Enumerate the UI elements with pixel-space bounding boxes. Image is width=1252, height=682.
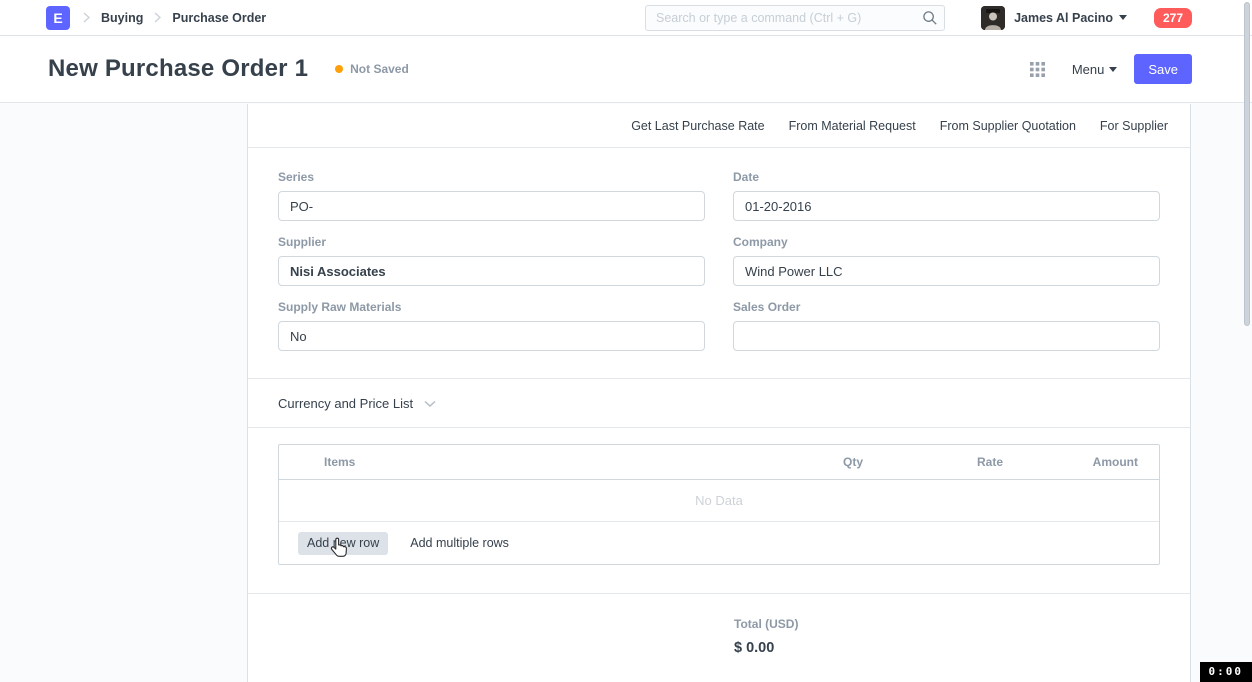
menu-label: Menu (1072, 62, 1105, 77)
items-section: Items Qty Rate Amount No Data Add new ro… (248, 428, 1190, 594)
total-label: Total (USD) (734, 617, 1160, 631)
app-logo[interactable]: E (46, 6, 70, 30)
column-header-amount: Amount (1003, 455, 1138, 469)
field-label: Supply Raw Materials (278, 300, 705, 314)
navbar: E Buying Purchase Order (0, 0, 1252, 36)
breadcrumb: Buying Purchase Order (83, 11, 266, 25)
menu-button[interactable]: Menu (1072, 62, 1118, 77)
page-body: Get Last Purchase Rate From Material Req… (0, 104, 1252, 682)
chevron-right-icon (154, 12, 161, 23)
company-input[interactable] (733, 256, 1160, 286)
chevron-down-icon (1119, 15, 1127, 20)
from-material-request-button[interactable]: From Material Request (789, 119, 916, 133)
for-supplier-button[interactable]: For Supplier (1100, 119, 1168, 133)
field-supplier: Supplier (278, 235, 705, 286)
field-supply-raw-materials: Supply Raw Materials (278, 300, 705, 351)
fields-section: Series Date Supplier Company (248, 148, 1190, 378)
section-title: Currency and Price List (278, 396, 413, 411)
add-multiple-rows-button[interactable]: Add multiple rows (410, 536, 509, 550)
currency-price-list-section-toggle[interactable]: Currency and Price List (248, 378, 1190, 428)
status-text: Not Saved (350, 62, 409, 76)
column-header-items: Items (279, 455, 723, 469)
chevron-down-icon (424, 400, 436, 408)
field-label: Series (278, 170, 705, 184)
sales-order-input[interactable] (733, 321, 1160, 351)
column-header-qty: Qty (723, 455, 863, 469)
field-series: Series (278, 170, 705, 221)
date-input[interactable] (733, 191, 1160, 221)
items-grid: Items Qty Rate Amount No Data Add new ro… (278, 444, 1160, 565)
search-input[interactable] (645, 5, 945, 31)
notification-badge[interactable]: 277 (1154, 8, 1192, 28)
total-value: $ 0.00 (734, 640, 1160, 656)
save-button[interactable]: Save (1134, 54, 1192, 84)
items-grid-footer: Add new row Add multiple rows (279, 522, 1159, 564)
items-grid-empty-row: No Data (279, 480, 1159, 522)
form-toolbar: Get Last Purchase Rate From Material Req… (248, 104, 1190, 148)
field-label: Company (733, 235, 1160, 249)
recording-timer: 0:00 (1200, 662, 1252, 682)
get-last-purchase-rate-button[interactable]: Get Last Purchase Rate (631, 119, 764, 133)
series-input[interactable] (278, 191, 705, 221)
items-grid-header: Items Qty Rate Amount (279, 445, 1159, 480)
breadcrumb-purchase-order[interactable]: Purchase Order (172, 11, 266, 25)
field-company: Company (733, 235, 1160, 286)
from-supplier-quotation-button[interactable]: From Supplier Quotation (940, 119, 1076, 133)
form-main-section: Get Last Purchase Rate From Material Req… (247, 104, 1191, 682)
field-date: Date (733, 170, 1160, 221)
page-head: New Purchase Order 1 Not Saved Menu Save (0, 36, 1252, 103)
global-search (645, 5, 945, 31)
page-actions: Menu Save (1030, 54, 1192, 84)
supply-raw-materials-input[interactable] (278, 321, 705, 351)
vertical-scrollbar[interactable] (1244, 2, 1250, 326)
search-icon (922, 10, 938, 31)
field-label: Supplier (278, 235, 705, 249)
status-indicator: Not Saved (335, 62, 409, 76)
page-title: New Purchase Order 1 (48, 55, 308, 83)
chevron-down-icon (1109, 67, 1117, 72)
list-view-grid-icon[interactable] (1030, 62, 1045, 77)
field-sales-order: Sales Order (733, 300, 1160, 351)
supplier-input[interactable] (278, 256, 705, 286)
breadcrumb-buying[interactable]: Buying (101, 11, 143, 25)
app-screen: E Buying Purchase Order (0, 0, 1252, 682)
chevron-right-icon (83, 12, 90, 23)
column-header-rate: Rate (863, 455, 1003, 469)
orange-dot-icon (335, 65, 343, 73)
add-new-row-button[interactable]: Add new row (298, 532, 388, 555)
field-label: Date (733, 170, 1160, 184)
field-label: Sales Order (733, 300, 1160, 314)
navbar-right: James Al Pacino 277 (981, 6, 1192, 30)
user-menu[interactable]: James Al Pacino (1014, 11, 1113, 25)
user-avatar[interactable] (981, 6, 1005, 30)
totals-section: Total (USD) $ 0.00 (248, 594, 1190, 679)
